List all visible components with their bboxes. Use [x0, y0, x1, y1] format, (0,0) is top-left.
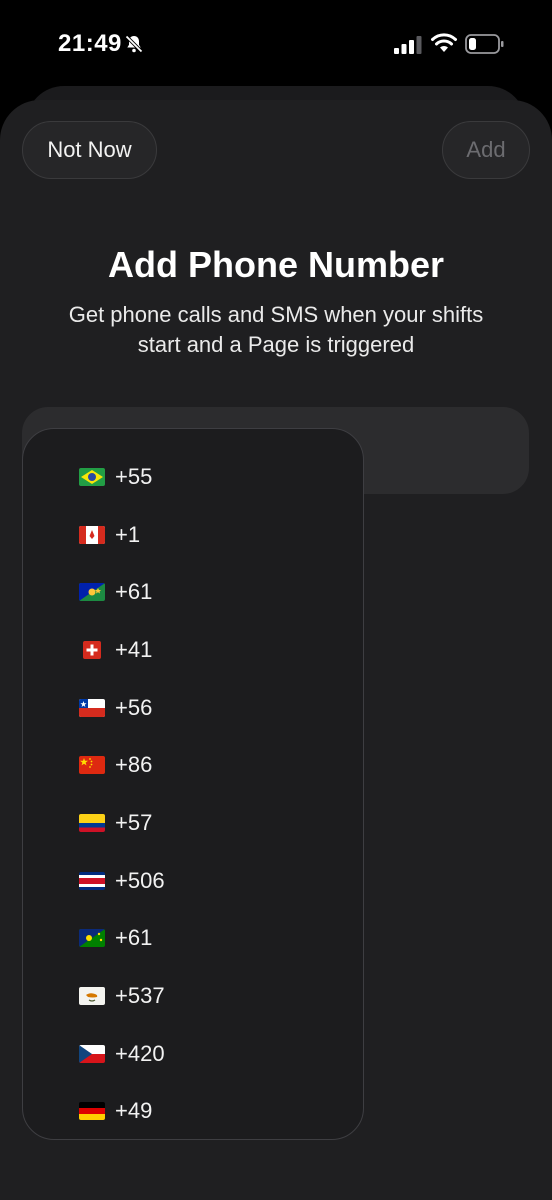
- colombia-flag-icon: [79, 814, 105, 832]
- country-code-option[interactable]: +420: [23, 1029, 363, 1079]
- country-code-dropdown[interactable]: +55 +1 +61 +41 +56 +86 +57 +506 +61 +537…: [22, 428, 364, 1140]
- country-code-option[interactable]: +57: [23, 798, 363, 848]
- cellular-signal-icon: [394, 36, 422, 54]
- country-code-label: +61: [115, 579, 153, 604]
- country-code-label: +49: [115, 1098, 153, 1123]
- country-code-option[interactable]: +49: [23, 1086, 363, 1136]
- country-code-label: +61: [115, 925, 153, 950]
- chile-flag-icon: [79, 699, 105, 717]
- country-code-label: +420: [115, 1041, 165, 1066]
- bell-slash-icon: [125, 35, 143, 53]
- battery-icon: [465, 34, 504, 54]
- status-bar: 21:49: [0, 0, 552, 90]
- country-code-label: +86: [115, 752, 153, 777]
- country-code-option[interactable]: +506: [23, 856, 363, 906]
- not-now-button[interactable]: Not Now: [22, 121, 157, 179]
- country-code-option[interactable]: +55: [23, 452, 363, 502]
- country-code-label: +1: [115, 522, 141, 547]
- country-code-option[interactable]: +1: [23, 510, 363, 560]
- country-code-label: +56: [115, 695, 153, 720]
- germany-flag-icon: [79, 1102, 105, 1120]
- page-subtitle: Get phone calls and SMS when your shifts…: [68, 302, 484, 357]
- christmas-island-flag-icon: [79, 583, 105, 601]
- country-code-option[interactable]: +56: [23, 683, 363, 733]
- cocos-islands-flag-icon: [79, 929, 105, 947]
- add-phone-sheet: Not Now Add Add Phone Number Get phone c…: [0, 100, 552, 1200]
- country-code-label: +41: [115, 637, 153, 662]
- country-code-option[interactable]: +537: [23, 971, 363, 1021]
- brazil-flag-icon: [79, 468, 105, 486]
- status-time: 21:49: [58, 30, 122, 57]
- canada-flag-icon: [79, 526, 105, 544]
- country-code-label: +55: [115, 464, 153, 489]
- country-code-option[interactable]: +86: [23, 740, 363, 790]
- cyprus-flag-icon: [79, 987, 105, 1005]
- add-button[interactable]: Add: [442, 121, 530, 179]
- country-code-label: +57: [115, 810, 153, 835]
- czechia-flag-icon: [79, 1045, 105, 1063]
- costa-rica-flag-icon: [79, 872, 105, 890]
- china-flag-icon: [79, 756, 105, 774]
- wifi-icon: [431, 33, 457, 52]
- page-title: Add Phone Number: [107, 244, 444, 285]
- country-code-option[interactable]: +61: [23, 567, 363, 617]
- country-code-option[interactable]: +41: [23, 625, 363, 675]
- country-code-label: +537: [115, 983, 165, 1008]
- country-code-option[interactable]: +61: [23, 913, 363, 963]
- country-code-label: +506: [115, 868, 165, 893]
- switzerland-flag-icon: [83, 641, 101, 659]
